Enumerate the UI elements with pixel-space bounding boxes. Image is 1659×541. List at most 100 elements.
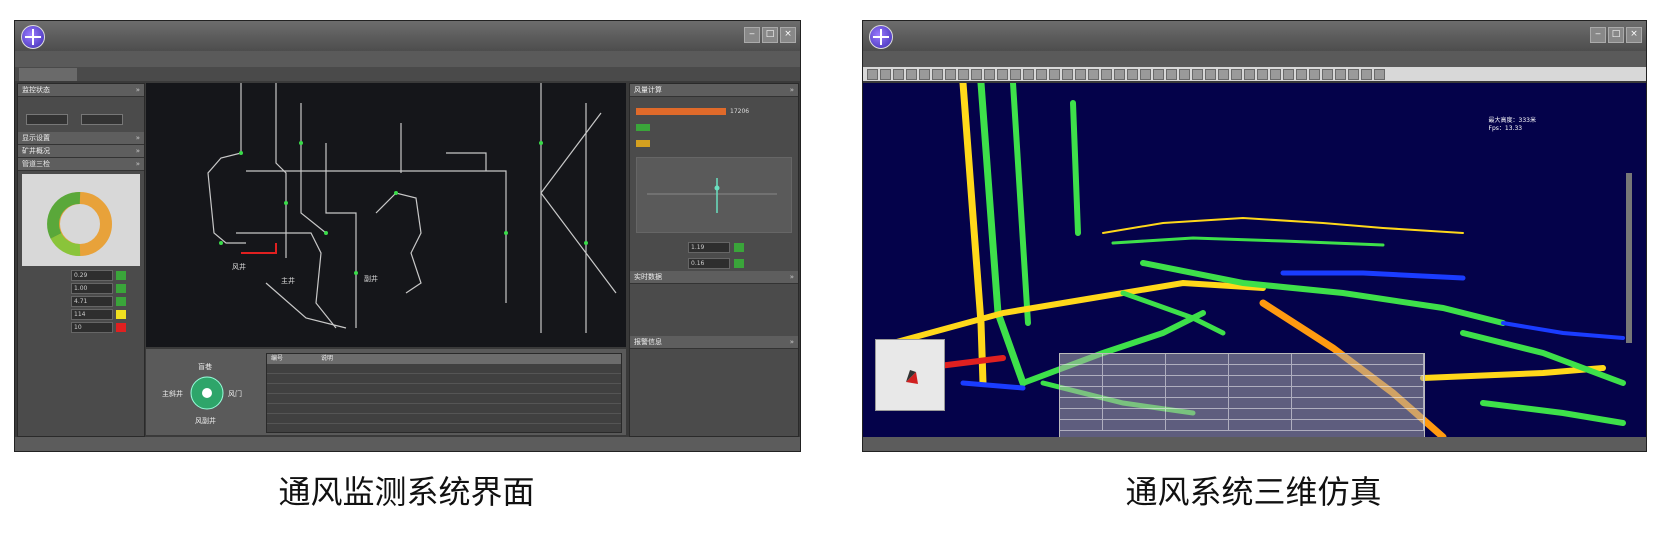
toolbar-tool-icon[interactable] <box>1335 68 1346 80</box>
toolbar-tool-icon[interactable] <box>1322 68 1333 80</box>
grid-row[interactable] <box>1060 398 1424 409</box>
alarm-row[interactable] <box>267 374 621 384</box>
sensor-node[interactable] <box>284 201 288 205</box>
toolbar-tool-icon[interactable] <box>1348 68 1359 80</box>
toolbar-tool-icon[interactable] <box>1218 68 1229 80</box>
close-icon[interactable]: × <box>780 27 796 43</box>
toolbar-tool-icon[interactable] <box>932 68 943 80</box>
toolbar-tool-icon[interactable] <box>1205 68 1216 80</box>
toolbar-tool-icon[interactable] <box>919 68 930 80</box>
zoom-slider[interactable] <box>1626 173 1632 343</box>
alarm-row[interactable] <box>267 384 621 394</box>
toolbar-tool-icon[interactable] <box>984 68 995 80</box>
sensor-node[interactable] <box>219 241 223 245</box>
section-header[interactable]: 报警信息 <box>630 336 798 349</box>
toolbar-tool-icon[interactable] <box>1153 68 1164 80</box>
stop-monitor-button[interactable] <box>26 114 68 125</box>
toolbar-tool-icon[interactable] <box>1270 68 1281 80</box>
toolbar-tool-icon[interactable] <box>958 68 969 80</box>
toolbar-tool-icon[interactable] <box>945 68 956 80</box>
sensor-node[interactable] <box>299 141 303 145</box>
toolbar-tool-icon[interactable] <box>1075 68 1086 80</box>
grid-row[interactable] <box>1060 420 1424 431</box>
toolbar-tool-icon[interactable] <box>1036 68 1047 80</box>
sensor-node[interactable] <box>539 141 543 145</box>
sensor-node[interactable] <box>239 151 243 155</box>
section-header[interactable]: 实时数据 <box>630 271 798 284</box>
tunnel-network-map[interactable]: 风井 主井 副井 <box>146 83 626 347</box>
section-header[interactable]: 管道三检 <box>18 158 144 171</box>
alarm-row[interactable] <box>267 364 621 374</box>
alarm-row[interactable] <box>267 414 621 424</box>
grid-row[interactable] <box>1060 387 1424 398</box>
sensor-node[interactable] <box>504 231 508 235</box>
toolbar-tool-icon[interactable] <box>1140 68 1151 80</box>
flow-bar-amber <box>636 139 650 147</box>
toolbar-tool-icon[interactable] <box>1023 68 1034 80</box>
nav-arrow-svg <box>906 370 918 384</box>
status-led <box>116 270 126 280</box>
toolbar-tool-icon[interactable] <box>1283 68 1294 80</box>
toolbar-tool-icon[interactable] <box>1244 68 1255 80</box>
close-icon[interactable]: × <box>1626 27 1642 43</box>
grid-row[interactable] <box>1060 354 1424 365</box>
toolbar-tool-icon[interactable] <box>1374 68 1385 80</box>
pipe-green <box>1480 400 1626 426</box>
title-bar: ‒ □ × <box>15 21 800 51</box>
toolbar-tool-icon[interactable] <box>893 68 904 80</box>
section-header[interactable]: 监控状态 <box>18 84 144 97</box>
section-header[interactable]: 显示设置 <box>18 132 144 145</box>
toolbar-tool-icon[interactable] <box>1179 68 1190 80</box>
calc-side-panel: 风量计算 17206 1.19 0.16 实时 <box>629 83 799 437</box>
toolbar-tool-icon[interactable] <box>1296 68 1307 80</box>
bottom-panel: 盲巷 主斜井 风门 风副井 编号 说明 <box>146 349 626 435</box>
status-led <box>734 258 744 268</box>
toolbar-tool-icon[interactable] <box>1127 68 1138 80</box>
grid-row[interactable] <box>1060 365 1424 376</box>
pipe-blue <box>1501 321 1625 340</box>
toolbar-tool-icon[interactable] <box>1088 68 1099 80</box>
flow-bar-row: 17206 <box>630 103 798 119</box>
view-alarm-button[interactable] <box>81 114 124 125</box>
maximize-icon[interactable]: □ <box>1608 27 1624 43</box>
toolbar-tool-icon[interactable] <box>1257 68 1268 80</box>
pipe-yellow <box>959 79 985 327</box>
section-header[interactable]: 风量计算 <box>630 84 798 97</box>
toolbar-tool-icon[interactable] <box>1062 68 1073 80</box>
toolbar-tool-icon[interactable] <box>1192 68 1203 80</box>
status-led <box>116 322 126 332</box>
pipe-green <box>1010 80 1031 326</box>
toolbar-tool-icon[interactable] <box>906 68 917 80</box>
toolbar-tool-icon[interactable] <box>1309 68 1320 80</box>
grid-row[interactable] <box>1060 409 1424 420</box>
minimize-icon[interactable]: ‒ <box>744 27 760 43</box>
toolbar-tool-icon[interactable] <box>880 68 891 80</box>
sensor-node[interactable] <box>324 231 328 235</box>
sensor-node[interactable] <box>584 241 588 245</box>
maximize-icon[interactable]: □ <box>762 27 778 43</box>
toolbar-tool-icon[interactable] <box>1231 68 1242 80</box>
sensor-node[interactable] <box>354 271 358 275</box>
3d-viewport[interactable]: 最大高度：333米 Fps：13.33 <box>863 79 1646 441</box>
navigation-cube[interactable] <box>875 339 945 411</box>
toolbar-tool-icon[interactable] <box>1049 68 1060 80</box>
tab-strip <box>15 67 800 81</box>
toolbar-tool-icon[interactable] <box>1101 68 1112 80</box>
alarm-row[interactable] <box>267 404 621 414</box>
toolbar-tool-icon[interactable] <box>1361 68 1372 80</box>
toolbar-tool-icon[interactable] <box>1114 68 1125 80</box>
toolbar-tool-icon[interactable] <box>867 68 878 80</box>
minimize-icon[interactable]: ‒ <box>1590 27 1606 43</box>
tab-active[interactable] <box>19 68 77 81</box>
toolbar-tool-icon[interactable] <box>997 68 1008 80</box>
grid-row[interactable] <box>1060 376 1424 387</box>
toolbar-tool-icon[interactable] <box>1010 68 1021 80</box>
menu-bar <box>15 51 800 67</box>
section-header[interactable]: 矿井概况 <box>18 145 144 158</box>
toolbar-tool-icon[interactable] <box>971 68 982 80</box>
alarm-row[interactable] <box>267 394 621 404</box>
map-label: 风井 <box>232 262 246 271</box>
sensor-node[interactable] <box>394 191 398 195</box>
toolbar-tool-icon[interactable] <box>1166 68 1177 80</box>
compass-center <box>202 388 212 398</box>
